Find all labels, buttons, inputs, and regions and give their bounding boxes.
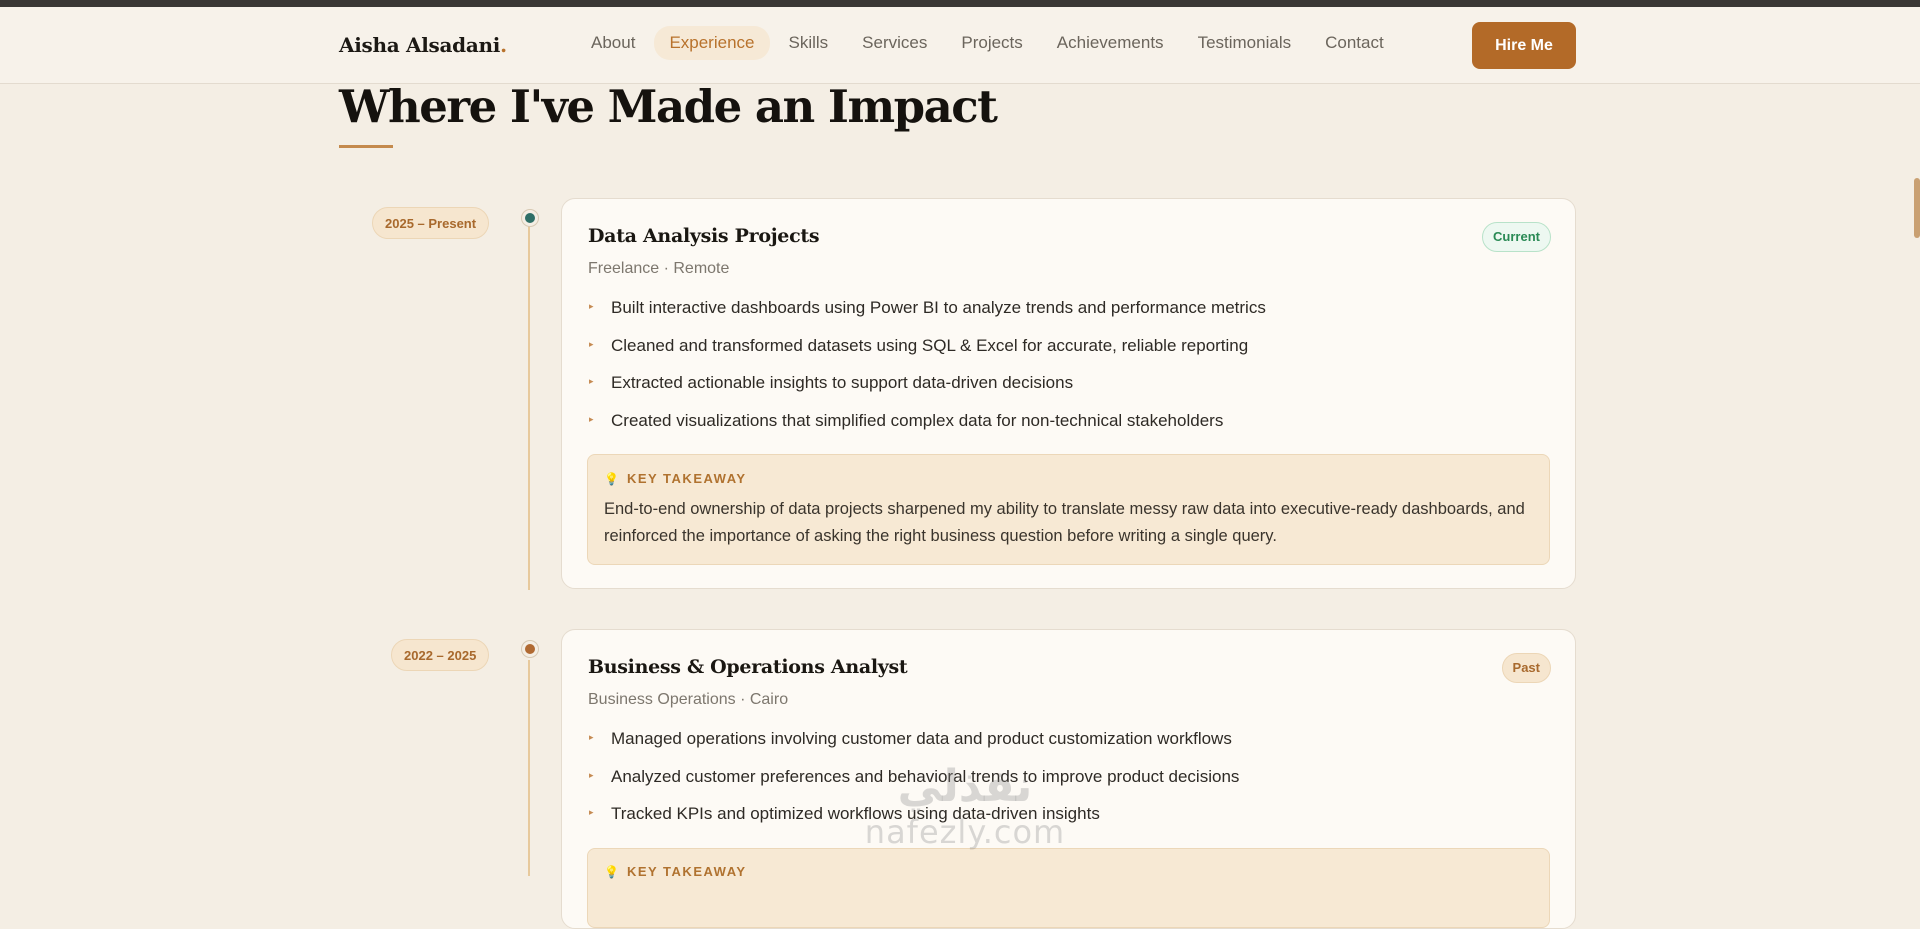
bullet-list: ▸ Managed operations involving customer d… [588, 729, 1239, 842]
nav-link-achievements[interactable]: Achievements [1042, 26, 1179, 60]
nav-link-experience[interactable]: Experience [654, 26, 770, 60]
list-item: ▸ Built interactive dashboards using Powe… [588, 298, 1266, 336]
bullet-text: Created visualizations that simplified c… [611, 410, 1224, 430]
takeaway-heading: 💡 KEY TAKEAWAY [604, 864, 747, 879]
status-badge: Current [1482, 222, 1551, 252]
list-item: ▸ Tracked KPIs and optimized workflows us… [588, 804, 1239, 842]
bullet-list: ▸ Built interactive dashboards using Powe… [588, 298, 1266, 448]
list-item: ▸ Managed operations involving customer d… [588, 729, 1239, 767]
timeline-line [528, 660, 530, 876]
card-subtitle: Freelance · Remote [588, 260, 730, 277]
triangle-bullet-icon: ▸ [589, 769, 594, 780]
timeline-line [528, 210, 530, 590]
takeaway-text: End-to-end ownership of data projects sh… [604, 500, 1525, 545]
nav-link-projects[interactable]: Projects [946, 26, 1037, 60]
bullet-text: Analyzed customer preferences and behavi… [611, 766, 1240, 786]
list-item: ▸ Extracted actionable insights to suppor… [588, 373, 1266, 411]
list-item: ▸ Cleaned and transformed datasets using … [588, 336, 1266, 374]
bullet-text: Managed operations involving customer da… [611, 729, 1232, 748]
takeaway-heading: 💡 KEY TAKEAWAY [604, 471, 747, 486]
date-pill: 2025 – Present [372, 207, 490, 239]
list-item: ▸ Analyzed customer preferences and behav… [588, 767, 1239, 805]
triangle-bullet-icon: ▸ [589, 413, 594, 424]
date-pill: 2022 – 2025 [391, 639, 490, 671]
navbar: Aisha Alsadani. About Experience Skills … [0, 7, 1920, 84]
card-title: Business & Operations Analyst [588, 656, 908, 678]
nav-link-skills[interactable]: Skills [774, 26, 844, 60]
nav-link-services[interactable]: Services [847, 26, 942, 60]
timeline-dot-current [522, 210, 538, 226]
hire-me-button[interactable]: Hire Me [1472, 22, 1576, 69]
timeline-dot-past [522, 641, 538, 657]
card-title: Data Analysis Projects [588, 225, 820, 247]
status-badge: Past [1501, 653, 1551, 683]
nav-link-about[interactable]: About [576, 26, 650, 60]
window-top-bar [0, 0, 1920, 7]
experience-card: Data Analysis Projects Freelance · Remot… [561, 198, 1576, 589]
nav-links: About Experience Skills Services Project… [576, 26, 1403, 60]
bullet-text: Built interactive dashboards using Power… [611, 298, 1266, 317]
brand-name: Aisha Alsadani [339, 33, 501, 57]
key-takeaway-box: 💡 KEY TAKEAWAY End-to-end ownership of da… [587, 454, 1550, 565]
title-underline [339, 145, 393, 148]
takeaway-label: KEY TAKEAWAY [626, 471, 747, 486]
section-title: Where I've Made an Impact [339, 80, 998, 133]
triangle-bullet-icon: ▸ [589, 376, 594, 386]
list-item: ▸ Created visualizations that simplified … [588, 411, 1266, 449]
nav-link-testimonials[interactable]: Testimonials [1183, 26, 1307, 60]
bullet-text: Extracted actionable insights to support… [611, 373, 1074, 392]
lightbulb-icon: 💡 [604, 471, 619, 486]
brand-dot: . [500, 33, 507, 57]
nav-link-contact[interactable]: Contact [1310, 26, 1399, 60]
key-takeaway-box: 💡 KEY TAKEAWAY [587, 848, 1550, 928]
scrollbar-thumb[interactable] [1914, 178, 1920, 238]
card-subtitle: Business Operations · Cairo [588, 691, 789, 708]
triangle-bullet-icon: ▸ [589, 732, 594, 742]
bullet-text: Cleaned and transformed datasets using S… [611, 335, 1249, 355]
triangle-bullet-icon: ▸ [589, 338, 594, 349]
triangle-bullet-icon: ▸ [589, 301, 594, 311]
bullet-text: Tracked KPIs and optimized workflows usi… [611, 804, 1100, 823]
triangle-bullet-icon: ▸ [589, 807, 594, 817]
experience-card: Business & Operations Analyst Business O… [561, 629, 1576, 929]
takeaway-label: KEY TAKEAWAY [626, 864, 747, 879]
brand-logo[interactable]: Aisha Alsadani. [339, 33, 507, 57]
lightbulb-icon: 💡 [604, 864, 619, 879]
